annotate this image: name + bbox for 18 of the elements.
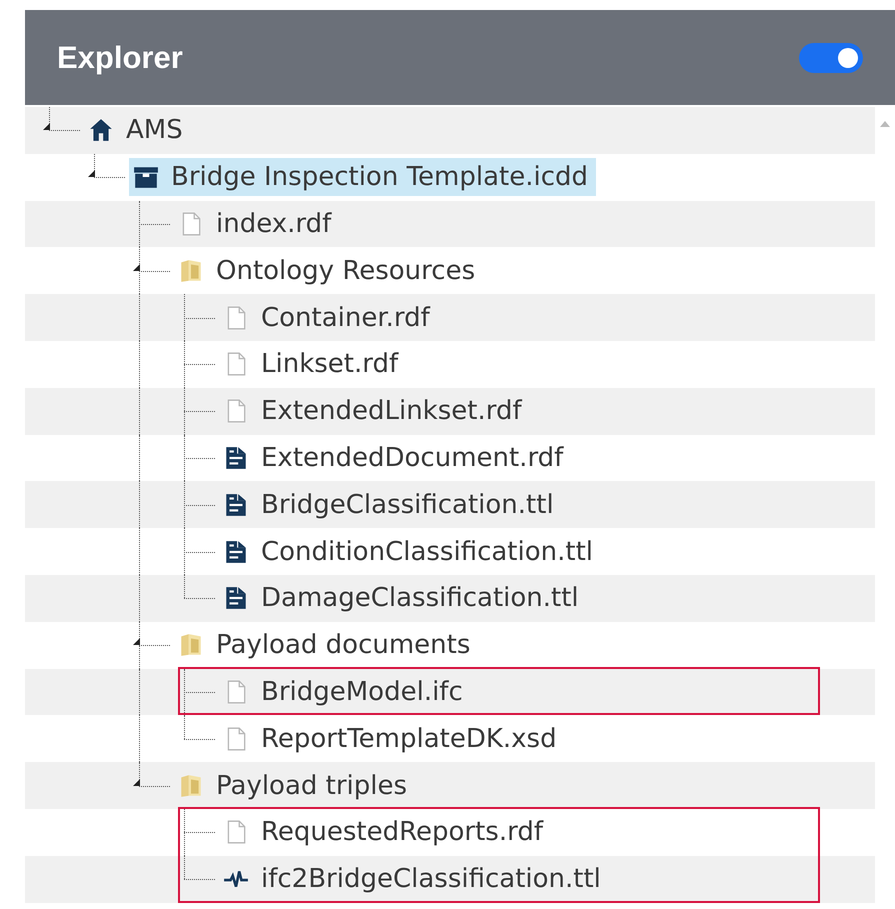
expander-icon[interactable]	[133, 638, 140, 646]
panel-title: Explorer	[57, 40, 183, 76]
tree-item[interactable]: Ontology Resources	[174, 252, 484, 290]
expander-icon[interactable]	[88, 170, 95, 178]
tree-item[interactable]: RequestedReports.rdf	[219, 813, 552, 852]
expander-icon[interactable]	[133, 264, 140, 271]
tree-item[interactable]: Bridge Inspection Template.icdd	[129, 158, 596, 196]
toggle-switch[interactable]	[799, 42, 863, 72]
tree-item[interactable]: ConditionClassification.ttl	[219, 532, 601, 571]
tree-item[interactable]: Payload documents	[174, 626, 478, 664]
house-icon	[88, 117, 114, 144]
tree-item[interactable]: ExtendedDocument.rdf	[219, 438, 572, 477]
tree-item[interactable]: ReportTemplateDK.xsd	[219, 720, 565, 758]
tree-item[interactable]: index.rdf	[174, 204, 340, 243]
tree-item[interactable]: AMS	[84, 111, 191, 150]
tree-item[interactable]: Linkset.rdf	[219, 345, 406, 384]
expander-icon[interactable]	[43, 123, 50, 130]
expander-icon[interactable]	[133, 778, 140, 786]
